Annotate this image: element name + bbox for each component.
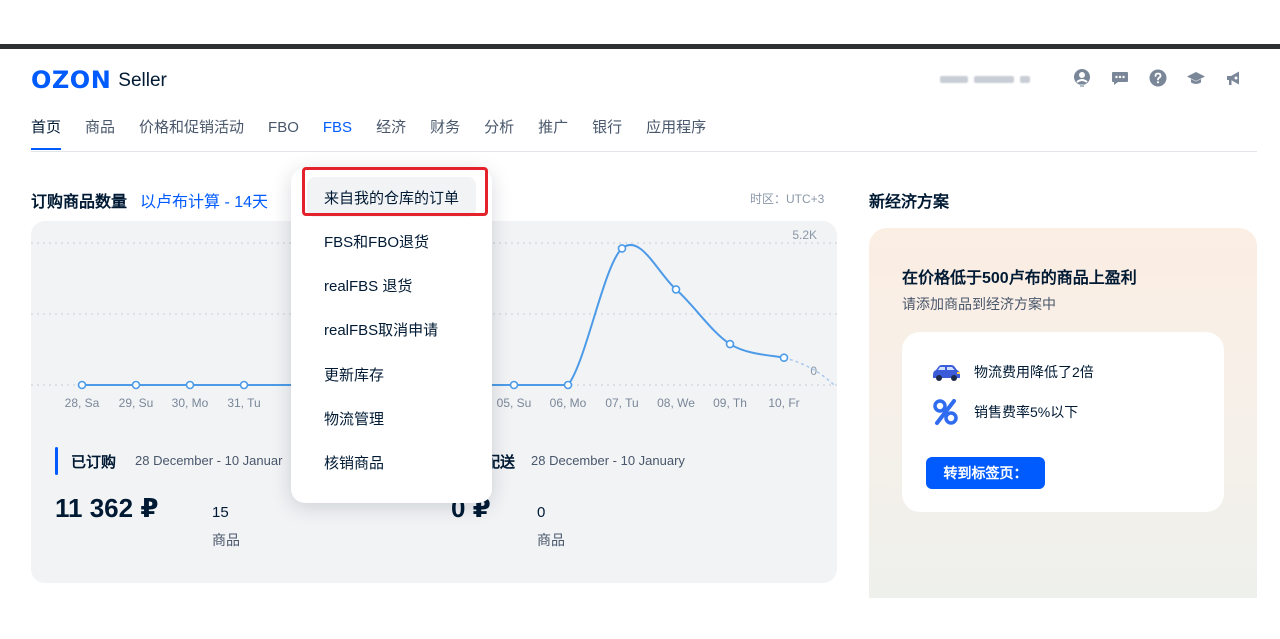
x-tick-label: 31, Tu xyxy=(227,396,260,410)
data-point xyxy=(617,244,627,253)
promo-subtitle: 请添加商品到经济方案中 xyxy=(902,296,1056,312)
y-tick-label-max: 5.2K xyxy=(792,228,817,242)
nav-item-products[interactable]: 商品 xyxy=(85,118,115,150)
x-tick-label: 09, Th xyxy=(713,396,747,410)
nav-item-fbs[interactable]: FBS xyxy=(323,118,352,150)
dropdown-item-realfbs-returns[interactable]: realFBS 退货 xyxy=(324,277,412,297)
x-tick-label: 29, Su xyxy=(119,396,154,410)
user-circle-icon[interactable] xyxy=(1072,68,1092,88)
nav-item-economy[interactable]: 经济 xyxy=(376,118,406,150)
header-icon-bar xyxy=(1072,68,1244,88)
promo-title: 在价格低于500卢布的商品上盈利 xyxy=(902,270,1137,287)
percent-icon xyxy=(933,399,958,425)
nav-item-bank[interactable]: 银行 xyxy=(592,118,622,150)
data-point xyxy=(77,380,87,390)
delivered-range: 28 December - 10 January xyxy=(531,453,685,468)
timezone-label: 时区：UTC+3 xyxy=(750,192,825,206)
data-point xyxy=(671,285,681,294)
data-point xyxy=(509,380,519,390)
nav-item-promotion[interactable]: 推广 xyxy=(538,118,568,150)
promo-feature-logistics: 物流费用降低了2倍 xyxy=(930,360,1094,384)
x-tick-label: 06, Mo xyxy=(550,396,587,410)
x-tick-label: 28, Sa xyxy=(65,396,100,410)
dropdown-item-logistics-management[interactable]: 物流管理 xyxy=(324,410,384,430)
x-tick-label: 05, Su xyxy=(497,396,532,410)
car-icon xyxy=(933,365,960,381)
promo-heading: 新经济方案 xyxy=(869,194,950,211)
x-tick-label: 08, We xyxy=(657,396,695,410)
window-top-bar xyxy=(0,44,1280,49)
x-tick-label: 07, Tu xyxy=(605,396,638,410)
series-projection-line xyxy=(783,356,835,386)
data-point xyxy=(725,339,735,349)
delivered-count: 0 xyxy=(537,504,546,521)
data-point xyxy=(779,353,789,362)
nav-item-apps[interactable]: 应用程序 xyxy=(646,118,706,150)
promo-feature-logistics-text: 物流费用降低了2倍 xyxy=(974,364,1094,380)
nav-item-fbo[interactable]: FBO xyxy=(268,118,299,150)
nav-item-finance[interactable]: 财务 xyxy=(430,118,460,150)
ordered-count: 15 xyxy=(212,504,229,521)
ordered-label[interactable]: 已订购 xyxy=(71,451,116,472)
data-point xyxy=(239,380,249,390)
y-tick-label-zero: 0 xyxy=(810,364,817,378)
ordered-value: 11 362 ₽ xyxy=(55,493,159,523)
stat-active-marker xyxy=(55,447,58,475)
go-to-tab-button[interactable]: 转到标签页： xyxy=(926,457,1045,489)
chat-icon[interactable] xyxy=(1110,68,1130,88)
dropdown-item-write-off-products[interactable]: 核销商品 xyxy=(324,454,384,474)
annotation-highlight-box xyxy=(302,167,488,216)
orders-period-selector[interactable]: 以卢布计算 - 14天 xyxy=(140,188,268,212)
nav-item-home[interactable]: 首页 xyxy=(31,118,62,150)
ordered-unit: 商品 xyxy=(212,532,240,548)
x-tick-label: 30, Mo xyxy=(172,396,209,410)
nav-item-analytics[interactable]: 分析 xyxy=(484,118,514,150)
delivered-unit: 商品 xyxy=(537,532,565,548)
promo-feature-commission-text: 销售费率5%以下 xyxy=(974,404,1079,420)
promo-feature-commission: 销售费率5%以下 xyxy=(930,399,1078,425)
data-point xyxy=(131,380,141,390)
help-icon[interactable] xyxy=(1148,68,1168,88)
graduation-cap-icon[interactable] xyxy=(1186,68,1206,88)
megaphone-icon[interactable] xyxy=(1224,68,1244,88)
ordered-range: 28 December - 10 Januar xyxy=(135,453,283,468)
dropdown-item-fbs-fbo-returns[interactable]: FBS和FBO退货 xyxy=(324,233,429,253)
dropdown-item-update-stock[interactable]: 更新库存 xyxy=(324,366,384,386)
data-point xyxy=(563,380,573,390)
dropdown-item-realfbs-cancellations[interactable]: realFBS取消申请 xyxy=(324,321,438,341)
nav-divider xyxy=(31,151,1257,152)
ozon-seller-logo[interactable]: OZON Seller xyxy=(31,68,167,92)
main-nav: 首页 商品 价格和促销活动 FBO FBS 经济 财务 分析 推广 银行 应用程… xyxy=(31,118,706,150)
data-point xyxy=(185,380,195,390)
orders-section-title: 订购商品数量 xyxy=(31,194,128,211)
logo-brand: OZON xyxy=(31,66,112,94)
x-tick-label: 10, Fr xyxy=(768,396,799,410)
account-name-blurred[interactable] xyxy=(940,76,1030,83)
nav-item-prices-promotions[interactable]: 价格和促销活动 xyxy=(139,118,244,150)
logo-product: Seller xyxy=(118,70,167,91)
